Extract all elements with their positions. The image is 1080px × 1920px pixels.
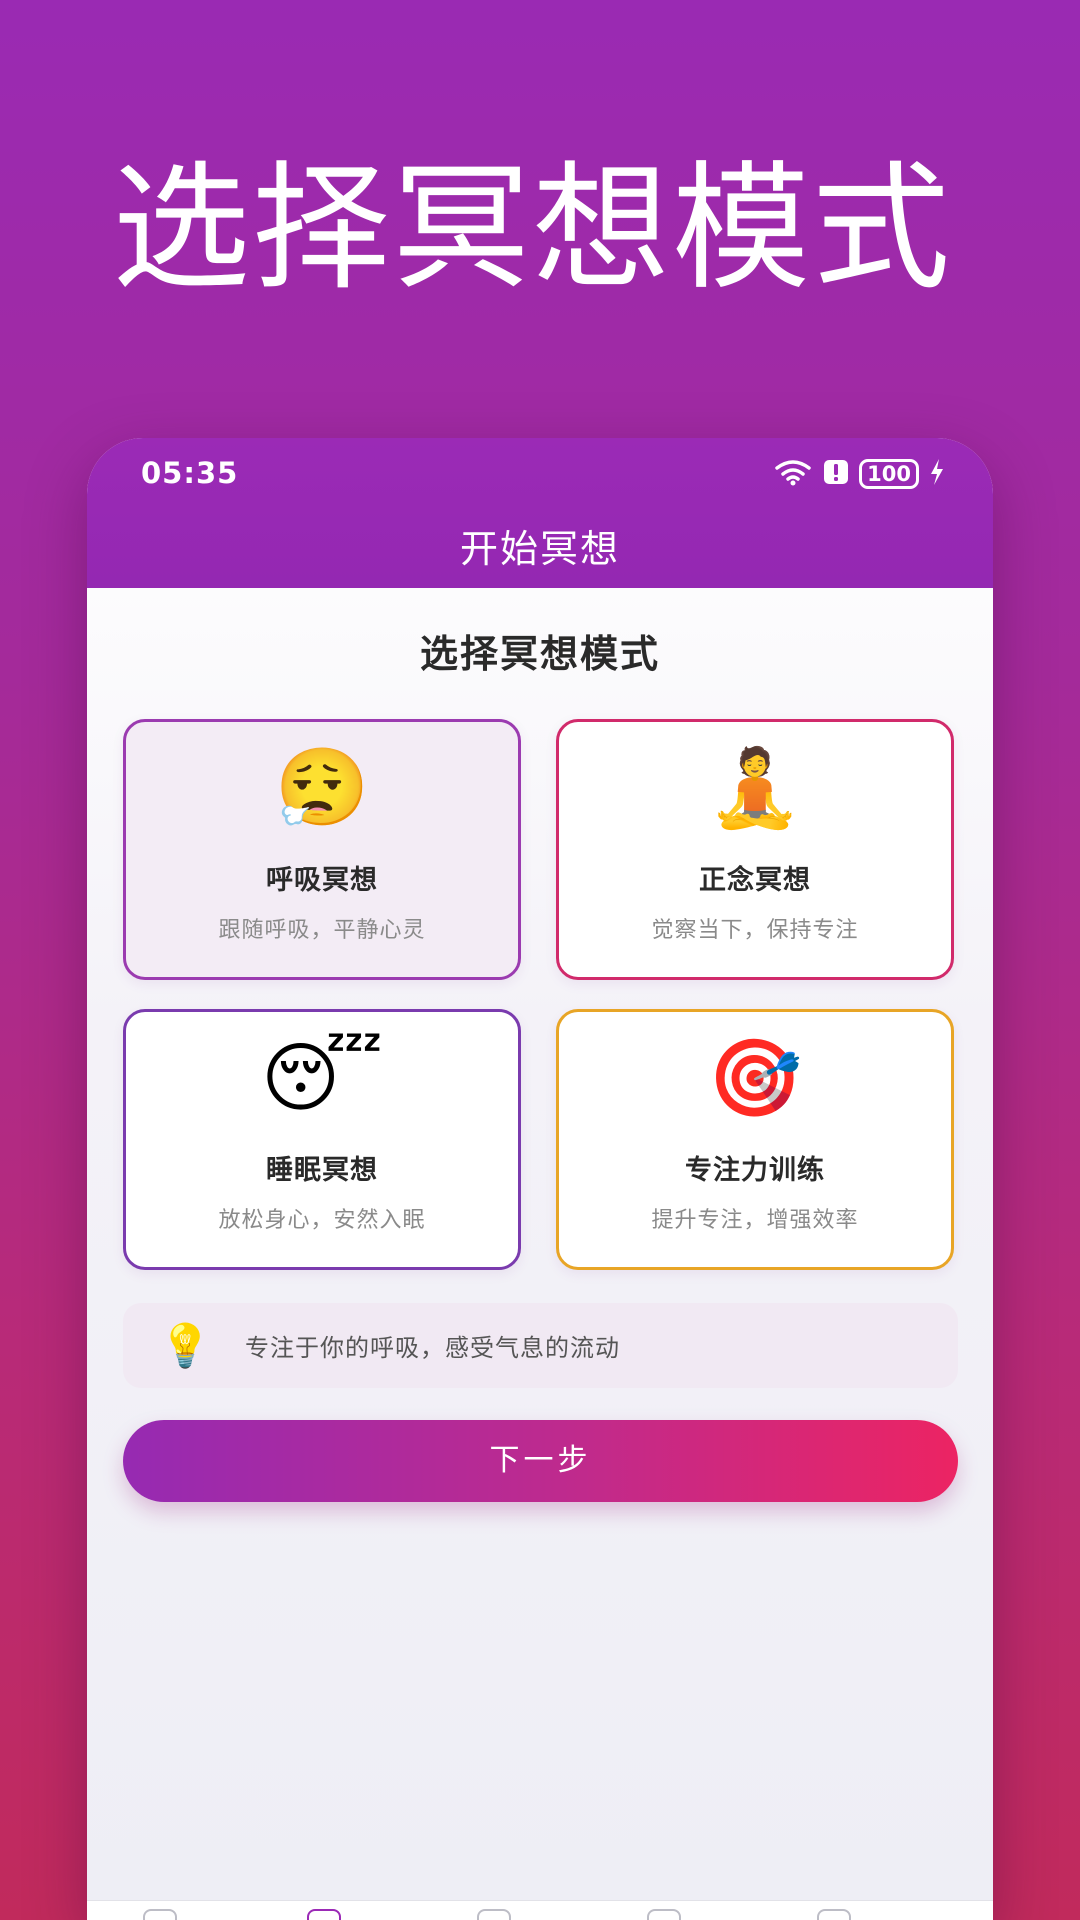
mode-card-sleep[interactable]: 😴 睡眠冥想 放松身心，安然入眠 [123,1009,521,1270]
light-bulb-icon: 💡 [159,1320,212,1370]
mode-card-breathing[interactable]: 😮‍💨 呼吸冥想 跟随呼吸，平静心灵 [123,719,521,980]
target-icon: 🎯 [707,1033,803,1122]
mode-subtitle: 觉察当下，保持专注 [651,918,859,943]
mode-title: 正念冥想 [699,865,811,896]
mode-card-mindfulness[interactable]: 🧘 正念冥想 觉察当下，保持专注 [556,719,954,980]
bottom-nav [87,1900,993,1920]
mode-subtitle: 放松身心，安然入眠 [218,1208,426,1233]
hero-title: 选择冥想模式 [112,148,953,309]
mode-title: 睡眠冥想 [266,1155,378,1186]
battery-indicator: 100 [859,459,919,489]
nav-item-meditate[interactable] [307,1909,341,1920]
nav-item-home[interactable] [143,1909,177,1920]
mode-card-focus[interactable]: 🎯 专注力训练 提升专注，增强效率 [556,1009,954,1270]
mode-title: 呼吸冥想 [266,865,378,896]
next-button[interactable]: 下一步 [123,1420,958,1502]
sleeping-face-icon: 😴 [261,1033,383,1122]
breath-icon: 😮‍💨 [274,743,370,832]
status-icons: 100 [773,458,945,490]
nav-item-records[interactable] [477,1909,511,1920]
charging-icon [929,458,945,490]
section-title: 选择冥想模式 [419,632,660,676]
wifi-icon [773,458,813,490]
app-title: 开始冥想 [459,527,620,571]
nav-item-music[interactable] [647,1909,681,1920]
alert-icon [823,458,849,490]
tip-text: 专注于你的呼吸，感受气息的流动 [245,1334,620,1362]
app-header: 05:35 100 开始冥想 [87,438,993,588]
mode-subtitle: 跟随呼吸，平静心灵 [218,918,426,943]
nav-item-profile[interactable] [817,1909,851,1920]
status-time: 05:35 [141,456,239,490]
phone-screen: 05:35 100 [87,438,993,1920]
tip-box: 💡 专注于你的呼吸，感受气息的流动 [123,1303,958,1388]
meditation-icon: 🧘 [707,743,803,832]
mode-title: 专注力训练 [685,1155,825,1186]
mode-subtitle: 提升专注，增强效率 [651,1208,859,1233]
